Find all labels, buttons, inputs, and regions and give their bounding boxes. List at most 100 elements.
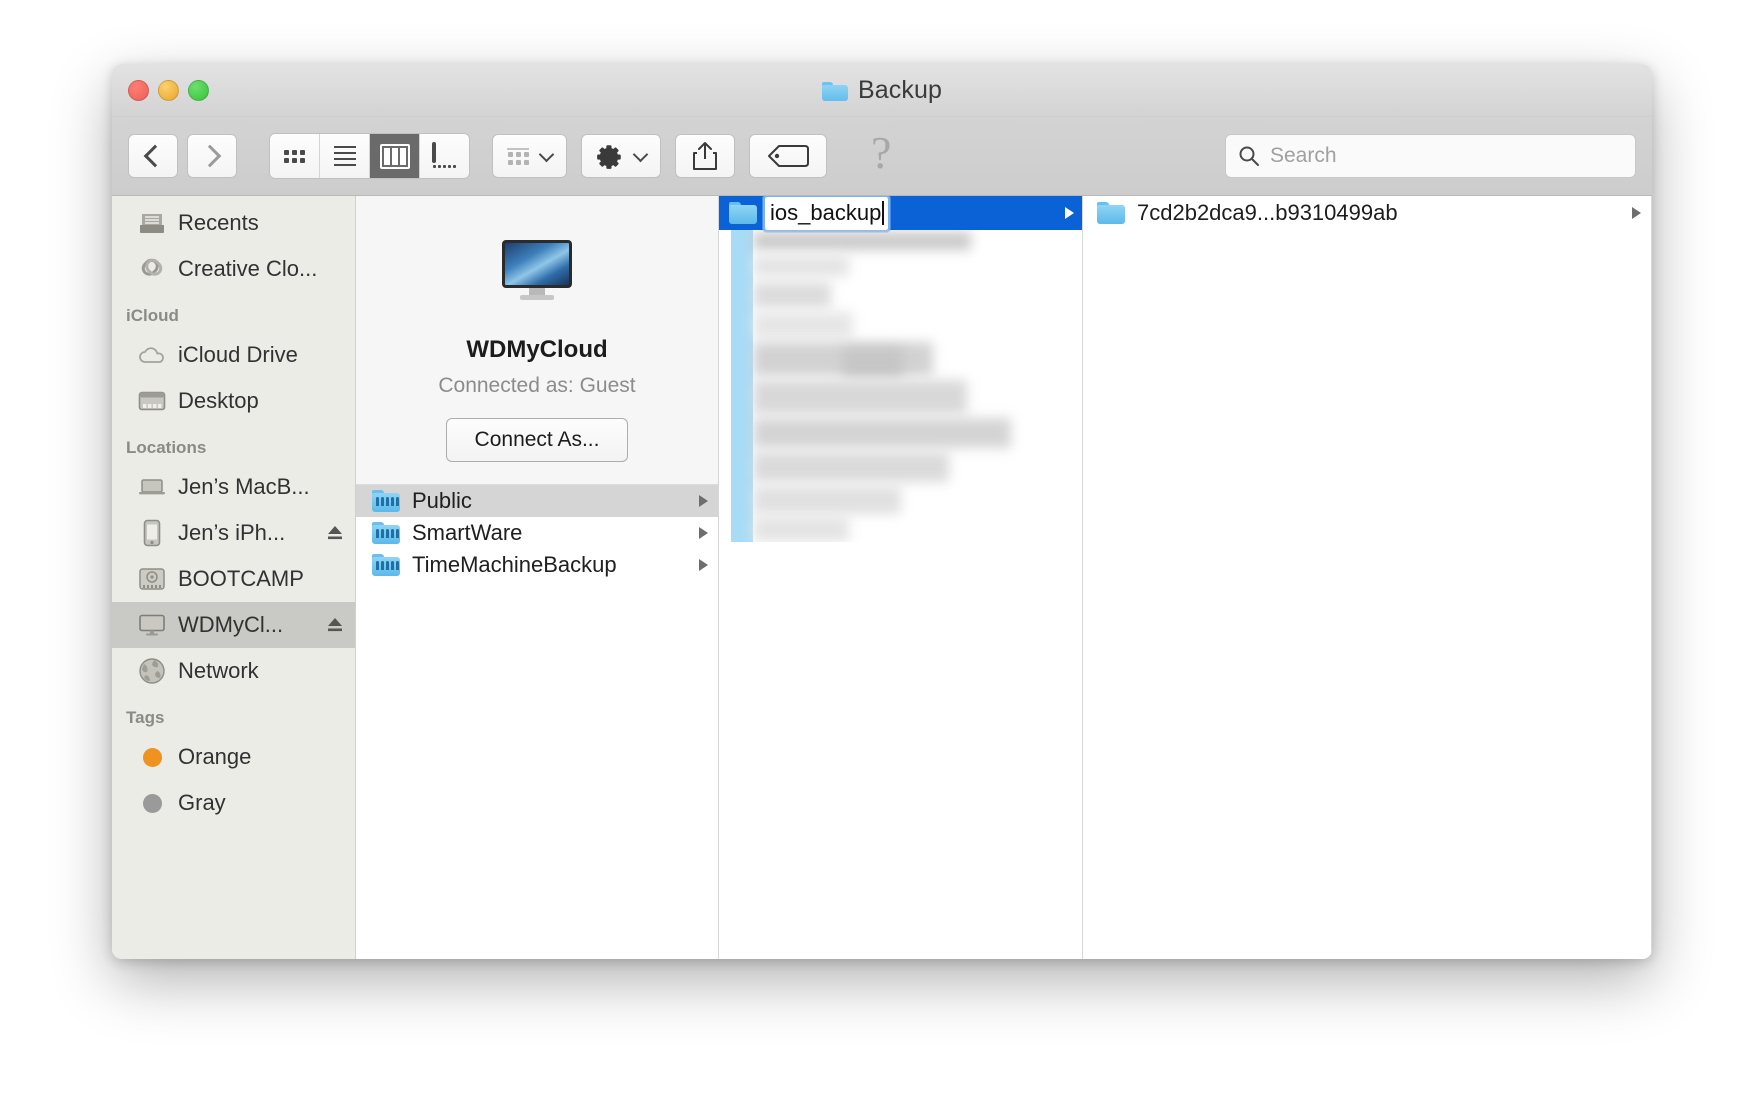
redacted-blocks <box>753 230 1081 542</box>
backup-column: ios_backup <box>719 196 1083 959</box>
sidebar-item-label: Gray <box>178 790 226 815</box>
share-row-public[interactable]: Public <box>356 485 718 517</box>
columns-icon <box>379 143 410 169</box>
sidebar-item-label: Jen’s iPh... <box>178 520 286 545</box>
tag-icon <box>768 145 809 167</box>
navigation-buttons <box>128 134 237 178</box>
sidebar-item-label: WDMyCl... <box>178 612 284 637</box>
sidebar-item-label: iCloud Drive <box>178 342 298 367</box>
toolbar: ? Search <box>112 117 1652 196</box>
sidebar-item-label: Creative Clo... <box>178 256 318 281</box>
connect-as-button[interactable]: Connect As... <box>445 418 629 462</box>
group-by-button[interactable] <box>492 134 567 178</box>
view-mode-segmented-control <box>269 133 470 179</box>
help-button[interactable]: ? <box>871 130 891 176</box>
column-view-button[interactable] <box>370 134 420 178</box>
chevron-down-icon <box>632 146 649 162</box>
sidebar-item-label: Orange <box>178 744 252 769</box>
close-button[interactable] <box>128 80 149 101</box>
share-label: Public <box>412 488 472 513</box>
sidebar-item-recents[interactable]: Recents <box>112 200 355 246</box>
sidebar-item-wdmycloud[interactable]: WDMyCl... <box>112 602 355 648</box>
sidebar-item-creative-cloud[interactable]: Creative Clo... <box>112 246 355 292</box>
page-title: Backup <box>858 76 942 104</box>
sidebar-section-icloud: iCloud <box>126 306 179 325</box>
share-button[interactable] <box>675 134 735 178</box>
sidebar-item-tag-orange[interactable]: Orange <box>112 734 355 780</box>
sidebar-section-locations: Locations <box>126 438 207 457</box>
disclosure-arrow-icon <box>699 495 708 507</box>
disclosure-arrow-icon <box>1065 207 1074 219</box>
folder-icon <box>1097 202 1125 224</box>
list-view-button[interactable] <box>320 134 370 178</box>
action-menu-button[interactable] <box>581 134 661 178</box>
share-label: TimeMachineBackup <box>412 552 617 577</box>
icon-view-button[interactable] <box>270 134 320 178</box>
rename-input-value: ios_backup <box>770 199 882 225</box>
search-field[interactable]: Search <box>1225 134 1636 178</box>
server-name: WDMyCloud <box>466 336 608 363</box>
folder-icon <box>729 202 757 224</box>
display-icon <box>138 611 166 639</box>
window-title-group: Backup <box>112 76 1652 105</box>
tag-button[interactable] <box>749 134 827 178</box>
shared-folder-icon <box>372 490 400 512</box>
window-body: Recents Creative Clo... iCloud iCloud Dr… <box>112 196 1652 959</box>
share-icon <box>693 142 717 170</box>
detail-column: 7cd2b2dca9...b9310499ab <box>1083 196 1652 959</box>
eject-icon[interactable] <box>325 523 345 543</box>
shared-folder-icon <box>372 554 400 576</box>
laptop-icon <box>138 473 166 501</box>
sidebar-item-icloud-drive[interactable]: iCloud Drive <box>112 332 355 378</box>
sidebar-item-bootcamp[interactable]: BOOTCAMP <box>112 556 355 602</box>
sidebar: Recents Creative Clo... iCloud iCloud Dr… <box>112 196 356 959</box>
gear-icon <box>597 144 621 169</box>
sidebar-item-label: Jen’s MacB... <box>178 474 310 499</box>
recents-icon <box>138 209 166 237</box>
share-row-timemachinebackup[interactable]: TimeMachineBackup <box>356 549 718 581</box>
sidebar-item-jens-macbook[interactable]: Jen’s MacB... <box>112 464 355 510</box>
share-row-smartware[interactable]: SmartWare <box>356 517 718 549</box>
redacted-file-listing <box>731 230 1081 542</box>
gallery-view-button[interactable] <box>420 134 469 178</box>
sidebar-item-desktop[interactable]: Desktop <box>112 378 355 424</box>
search-icon <box>1239 146 1259 166</box>
iphone-icon <box>138 519 166 547</box>
share-label: SmartWare <box>412 520 523 545</box>
folder-label: 7cd2b2dca9...b9310499ab <box>1137 200 1398 225</box>
tag-dot-icon <box>138 743 166 771</box>
sidebar-section-tags: Tags <box>126 708 165 727</box>
rename-input[interactable]: ios_backup <box>762 196 891 232</box>
back-button[interactable] <box>128 134 178 178</box>
group-grid-icon <box>507 147 529 165</box>
sidebar-item-jens-iphone[interactable]: Jen’s iPh... <box>112 510 355 556</box>
folder-row-ios-backup[interactable]: ios_backup <box>719 196 1082 232</box>
chevron-left-icon <box>143 144 167 168</box>
screen: Backup ? Search Recents Creative Clo... … <box>0 0 1764 1096</box>
server-display-icon <box>502 240 572 300</box>
icloud-icon <box>138 341 166 369</box>
sidebar-item-network[interactable]: Network <box>112 648 355 694</box>
traffic-light-group <box>128 80 209 101</box>
disclosure-arrow-icon <box>699 559 708 571</box>
list-icon <box>333 146 356 166</box>
tag-dot-icon <box>138 789 166 817</box>
sidebar-item-label: Desktop <box>178 388 259 413</box>
minimize-button[interactable] <box>158 80 179 101</box>
chevron-down-icon <box>538 146 555 162</box>
sidebar-item-tag-gray[interactable]: Gray <box>112 780 355 826</box>
sidebar-item-label: BOOTCAMP <box>178 566 304 591</box>
maximize-button[interactable] <box>188 80 209 101</box>
server-column: WDMyCloud Connected as: Guest Connect As… <box>356 196 719 959</box>
share-list: Public SmartWare TimeMachineBackup <box>356 485 718 959</box>
folder-row-hash[interactable]: 7cd2b2dca9...b9310499ab <box>1083 196 1651 230</box>
finder-window: Backup ? Search Recents Creative Clo... … <box>112 64 1652 959</box>
harddrive-icon <box>138 565 166 593</box>
eject-icon[interactable] <box>325 615 345 635</box>
forward-button[interactable] <box>187 134 237 178</box>
creative-cloud-icon <box>138 255 166 283</box>
server-connection-status: Connected as: Guest <box>438 374 636 397</box>
gallery-icon <box>431 142 458 168</box>
text-cursor <box>882 200 885 225</box>
sidebar-item-label: Recents <box>178 210 259 235</box>
